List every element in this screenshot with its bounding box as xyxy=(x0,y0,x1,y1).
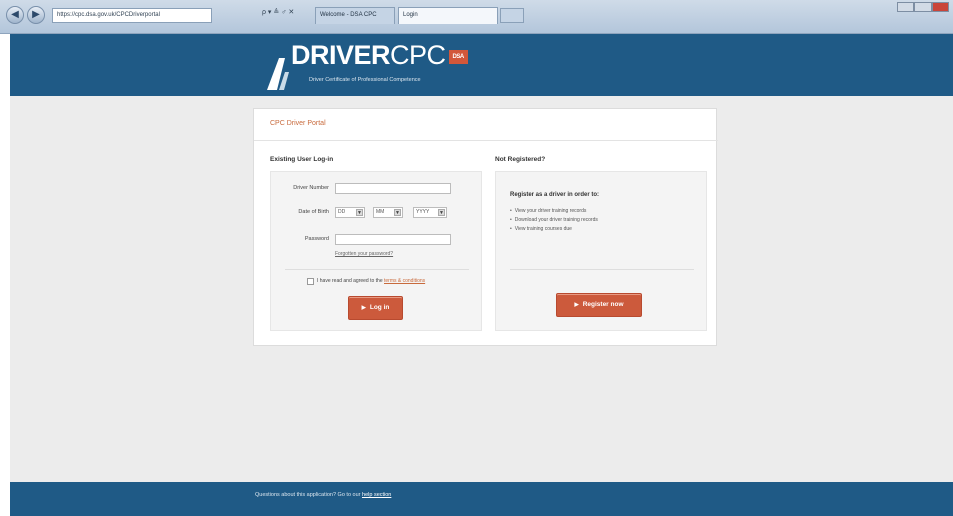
log-in-button[interactable]: ▶ Log in xyxy=(348,296,403,320)
browser-tab-login[interactable]: Login xyxy=(398,7,498,24)
browser-toolbar xyxy=(827,15,947,25)
footer-help-text: Questions about this application? Go to … xyxy=(255,492,391,498)
register-benefits-list: View your driver training records Downlo… xyxy=(510,207,598,234)
page-title: CPC Driver Portal xyxy=(270,120,326,127)
log-in-label: Log in xyxy=(369,304,390,311)
help-section-link[interactable]: help section xyxy=(362,492,391,498)
footer-text-prefix: Questions about this application? Go to … xyxy=(255,492,363,498)
minimize-button[interactable] xyxy=(897,2,915,12)
close-window-button[interactable] xyxy=(931,2,949,12)
login-form: Driver Number Date of Birth DD ▼ MM ▼ YY… xyxy=(270,171,482,331)
terms-checkbox[interactable] xyxy=(307,278,314,285)
dob-month-value: MM xyxy=(376,209,385,215)
address-tools[interactable]: ρ ▾ ≜ ♂ ✕ xyxy=(262,8,294,16)
dsa-badge: DSA xyxy=(448,50,468,64)
forgot-password-link[interactable]: Forgotten your password? xyxy=(335,251,393,257)
chevron-down-icon: ▼ xyxy=(394,209,401,216)
maximize-button[interactable] xyxy=(914,2,932,12)
title-divider xyxy=(254,140,718,141)
browser-chrome: ◀ ▶ https://cpc.dsa.gov.uk/CPCDriverport… xyxy=(0,0,953,34)
register-panel: Register as a driver in order to: View y… xyxy=(495,171,707,331)
window-controls xyxy=(897,2,949,12)
register-intro: Register as a driver in order to: xyxy=(510,192,600,198)
logo-wordmark: DRIVERCPC DSA xyxy=(291,40,468,71)
driver-cpc-logo[interactable]: DRIVERCPC DSA Driver Certificate of Profe… xyxy=(265,40,468,90)
register-now-button[interactable]: ▶ Register now xyxy=(556,293,642,317)
play-arrow-icon: ▶ xyxy=(574,302,579,308)
list-item: View training courses due xyxy=(510,225,598,234)
terms-agreement-text: I have read and agreed to the terms & co… xyxy=(317,278,425,284)
login-heading: Existing User Log-in xyxy=(270,156,334,163)
register-now-label: Register now xyxy=(582,301,624,308)
dob-year-value: YYYY xyxy=(416,209,430,215)
chevron-down-icon: ▼ xyxy=(356,209,363,216)
address-bar[interactable]: https://cpc.dsa.gov.uk/CPCDriverportal xyxy=(52,8,212,23)
road-a-logo-icon xyxy=(267,58,289,90)
dob-label: Date of Birth xyxy=(298,209,329,215)
portal-panel: CPC Driver Portal Existing User Log-in N… xyxy=(253,108,718,346)
driver-number-input[interactable] xyxy=(335,183,451,194)
site-footer: Questions about this application? Go to … xyxy=(10,482,953,516)
register-divider xyxy=(510,269,694,270)
register-heading: Not Registered? xyxy=(495,156,546,163)
logo-word-bold: DRIVER xyxy=(291,40,391,70)
logo-tagline: Driver Certificate of Professional Compe… xyxy=(309,77,421,83)
play-arrow-icon: ▶ xyxy=(361,305,366,311)
terms-link[interactable]: terms & conditions xyxy=(384,278,425,284)
site-header: DRIVERCPC DSA Driver Certificate of Profe… xyxy=(10,34,953,96)
chevron-down-icon: ▼ xyxy=(438,209,445,216)
back-button[interactable]: ◀ xyxy=(6,6,24,24)
dob-year-select[interactable]: YYYY ▼ xyxy=(413,207,447,218)
password-label: Password xyxy=(304,236,329,242)
browser-tab-welcome[interactable]: Welcome - DSA CPC xyxy=(315,7,395,24)
password-input[interactable] xyxy=(335,234,451,245)
forward-button[interactable]: ▶ xyxy=(27,6,45,24)
logo-word-rest: CPC xyxy=(390,40,446,70)
list-item: Download your driver training records xyxy=(510,216,598,225)
list-item: View your driver training records xyxy=(510,207,598,216)
form-divider xyxy=(285,269,469,270)
driver-number-label: Driver Number xyxy=(293,185,329,191)
dob-day-value: DD xyxy=(338,209,346,215)
new-tab-button[interactable] xyxy=(500,8,524,23)
dob-day-select[interactable]: DD ▼ xyxy=(335,207,365,218)
agree-prefix: I have read and agreed to the xyxy=(317,278,384,284)
dob-month-select[interactable]: MM ▼ xyxy=(373,207,403,218)
